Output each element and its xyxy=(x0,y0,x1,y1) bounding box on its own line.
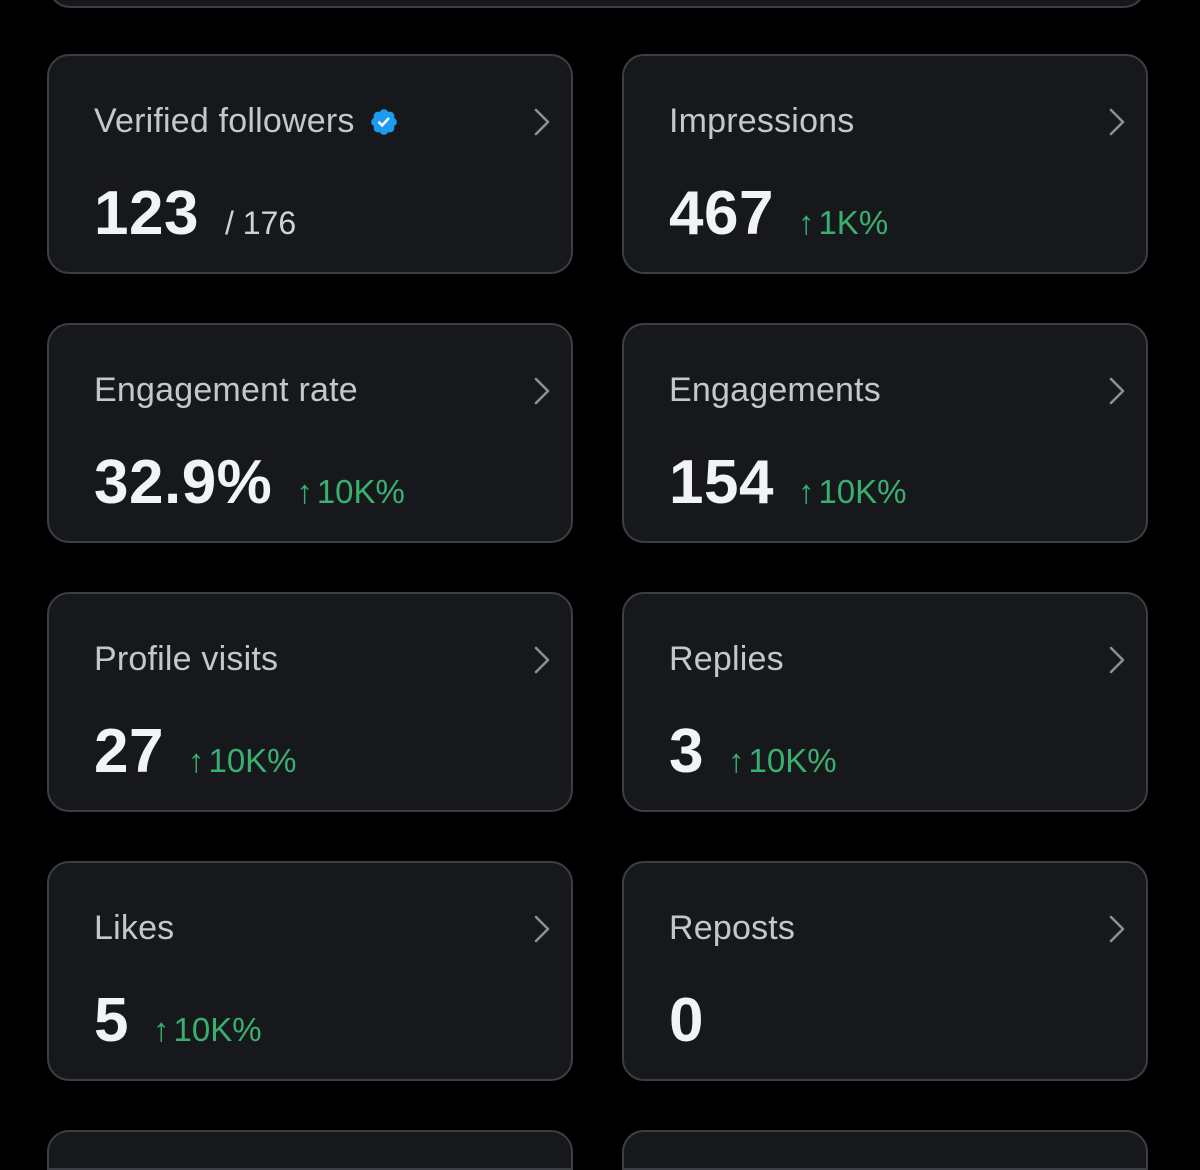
arrow-up-icon: ↑ xyxy=(152,1011,170,1048)
arrow-up-icon: ↑ xyxy=(797,473,815,510)
chevron-right-icon[interactable] xyxy=(1106,913,1128,945)
metric-card-engagements[interactable]: Engagements 154 ↑ 10K% xyxy=(622,323,1148,543)
chevron-right-icon[interactable] xyxy=(1106,106,1128,138)
metric-value: 154 xyxy=(669,448,774,517)
value-row: 32.9% ↑ 10K% xyxy=(94,447,405,518)
metric-value: 32.9% xyxy=(94,448,273,517)
card-title-row: Engagements xyxy=(669,371,881,410)
arrow-up-icon: ↑ xyxy=(187,742,205,779)
metric-value: 123 xyxy=(94,179,199,248)
value-row: 154 ↑ 10K% xyxy=(669,447,907,518)
card-title-row: Verified followers xyxy=(94,102,399,141)
delta-value: 10K% xyxy=(316,473,405,510)
card-title-row: Replies xyxy=(669,640,784,679)
card-label: Reposts xyxy=(669,909,796,947)
delta-badge: ↑ 10K% xyxy=(188,742,297,780)
value-row: 467 ↑ 1K% xyxy=(669,178,888,249)
card-label: Likes xyxy=(94,909,175,947)
arrow-up-icon: ↑ xyxy=(797,204,815,241)
card-title-row: Impressions xyxy=(669,102,854,141)
card-label: Verified followers xyxy=(94,102,355,140)
delta-value: 10K% xyxy=(748,742,837,779)
delta-badge: ↑ 1K% xyxy=(798,204,888,242)
value-row: 3 ↑ 10K% xyxy=(669,716,837,787)
verified-badge-icon xyxy=(370,108,397,135)
delta-value: 1K% xyxy=(818,204,889,241)
value-row: 123 / 176 xyxy=(94,178,296,249)
metric-value: 3 xyxy=(669,717,704,786)
delta-badge: ↑ 10K% xyxy=(728,742,837,780)
delta-value: 10K% xyxy=(818,473,907,510)
card-label: Engagement rate xyxy=(94,371,358,409)
delta-value: 10K% xyxy=(173,1011,262,1048)
metric-card-replies[interactable]: Replies 3 ↑ 10K% xyxy=(622,592,1148,812)
metric-card-engagement-rate[interactable]: Engagement rate 32.9% ↑ 10K% xyxy=(47,323,573,543)
card-title-row: Likes xyxy=(94,909,174,948)
card-partial-bottom-right xyxy=(622,1130,1148,1170)
card-label: Profile visits xyxy=(94,640,279,678)
metric-value: 467 xyxy=(669,179,774,248)
value-row: 0 xyxy=(669,985,704,1056)
card-label: Engagements xyxy=(669,371,882,409)
card-label: Replies xyxy=(669,640,784,678)
metric-value: 5 xyxy=(94,986,129,1055)
metric-value: 0 xyxy=(669,986,704,1055)
chevron-right-icon[interactable] xyxy=(531,913,553,945)
metric-total: / 176 xyxy=(224,205,297,241)
card-partial-bottom-left xyxy=(47,1130,573,1170)
metric-card-profile-visits[interactable]: Profile visits 27 ↑ 10K% xyxy=(47,592,573,812)
chevron-right-icon[interactable] xyxy=(531,106,553,138)
card-title-row: Engagement rate xyxy=(94,371,358,410)
card-title-row: Profile visits xyxy=(94,640,278,679)
arrow-up-icon: ↑ xyxy=(296,473,313,510)
value-row: 27 ↑ 10K% xyxy=(94,716,297,787)
delta-badge: ↑ 10K% xyxy=(296,473,405,511)
arrow-up-icon: ↑ xyxy=(727,742,745,779)
metric-card-impressions[interactable]: Impressions 467 ↑ 1K% xyxy=(622,54,1148,274)
chevron-right-icon[interactable] xyxy=(1106,375,1128,407)
chevron-right-icon[interactable] xyxy=(1106,644,1128,676)
metric-card-likes[interactable]: Likes 5 ↑ 10K% xyxy=(47,861,573,1081)
value-row: 5 ↑ 10K% xyxy=(94,985,262,1056)
card-partial-top xyxy=(48,0,1146,8)
metric-value: 27 xyxy=(94,717,164,786)
delta-badge: ↑ 10K% xyxy=(798,473,907,511)
delta-value: 10K% xyxy=(208,742,297,779)
metric-card-reposts[interactable]: Reposts 0 xyxy=(622,861,1148,1081)
chevron-right-icon[interactable] xyxy=(531,375,553,407)
metric-card-verified-followers[interactable]: Verified followers 123 / 176 xyxy=(47,54,573,274)
card-label: Impressions xyxy=(669,102,855,140)
delta-badge: ↑ 10K% xyxy=(153,1011,262,1049)
chevron-right-icon[interactable] xyxy=(531,644,553,676)
card-title-row: Reposts xyxy=(669,909,795,948)
